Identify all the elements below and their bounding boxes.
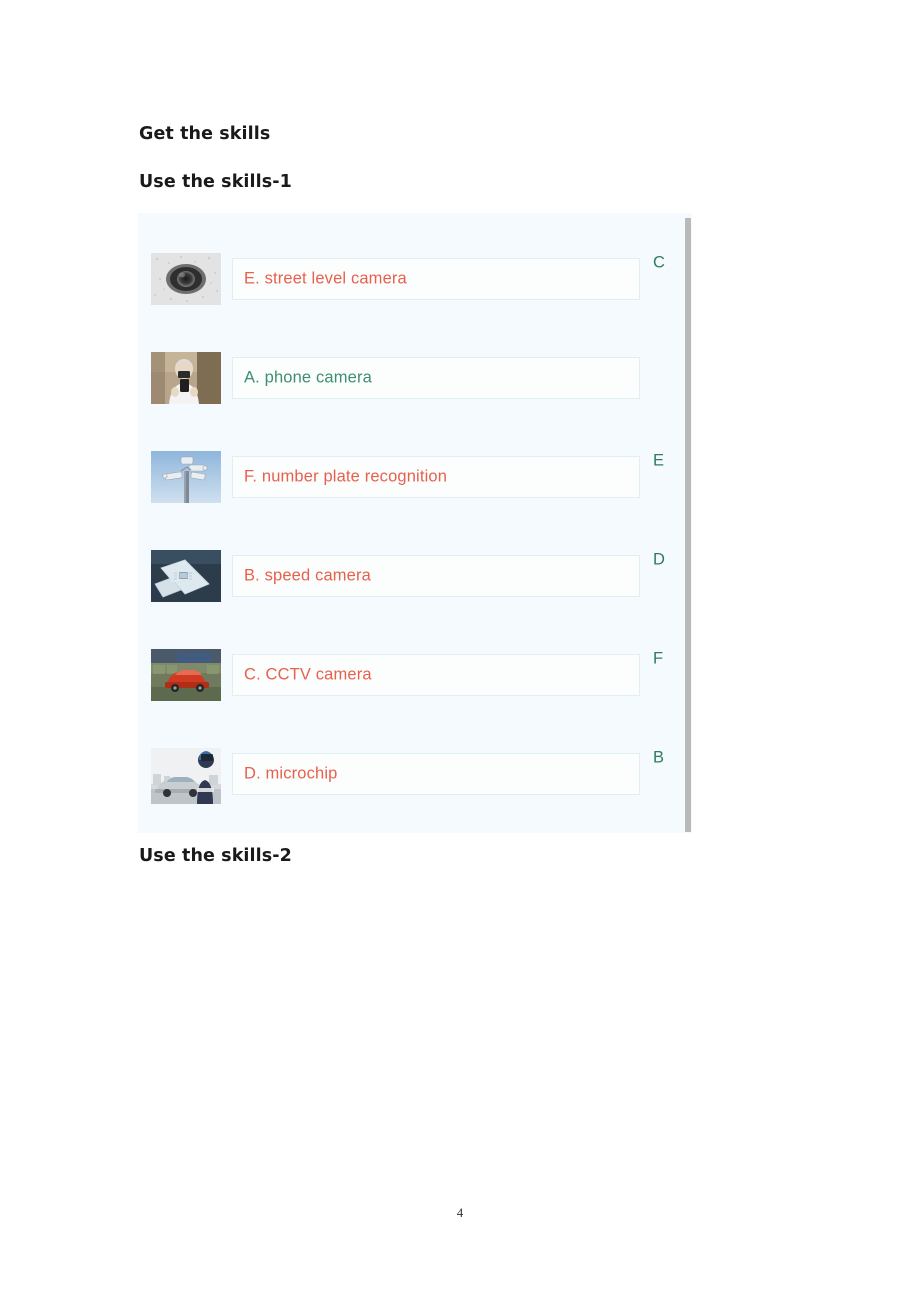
page-heading-get-the-skills: Get the skills [139, 124, 271, 144]
answer-box-6[interactable]: D. microchip [232, 753, 640, 795]
activity-row-6: D. microchip B [138, 708, 683, 807]
speed-camera-operator-photo [151, 748, 221, 804]
answer-text-6: D. microchip [244, 764, 338, 783]
cameras-on-pole-photo [151, 451, 221, 503]
matching-activity-panel: E. street level camera C A. phone camera… [138, 213, 692, 833]
dome-cctv-camera-photo [151, 253, 221, 305]
answer-box-4[interactable]: B. speed camera [232, 555, 640, 597]
answer-text-5: C. CCTV camera [244, 665, 372, 684]
vertical-scrollbar-track[interactable] [683, 213, 692, 833]
answer-text-1: E. street level camera [244, 269, 407, 288]
answer-text-2: A. phone camera [244, 368, 372, 387]
document-page: Get the skills Use the skills-1 E. stree… [0, 0, 920, 1302]
correct-answer-marker-5: F [653, 649, 664, 667]
red-car-traffic-photo [151, 649, 221, 701]
page-number: 4 [456, 1206, 464, 1220]
microchip-photo [151, 550, 221, 602]
answer-text-3: F. number plate recognition [244, 467, 448, 486]
correct-answer-marker-3: E [653, 451, 665, 469]
answer-text-4: B. speed camera [244, 566, 371, 585]
activity-row-2: A. phone camera [138, 312, 683, 411]
vertical-scrollbar-thumb[interactable] [685, 218, 691, 832]
activity-row-4: B. speed camera D [138, 510, 683, 609]
activity-row-1: E. street level camera C [138, 213, 683, 312]
answer-box-1[interactable]: E. street level camera [232, 258, 640, 300]
answer-box-5[interactable]: C. CCTV camera [232, 654, 640, 696]
correct-answer-marker-6: B [653, 748, 665, 766]
activity-row-5: C. CCTV camera F [138, 609, 683, 708]
answer-box-2[interactable]: A. phone camera [232, 357, 640, 399]
answer-box-3[interactable]: F. number plate recognition [232, 456, 640, 498]
page-heading-use-the-skills-2: Use the skills-2 [139, 846, 292, 866]
page-heading-use-the-skills-1: Use the skills-1 [139, 172, 292, 192]
activity-rows-container: E. street level camera C A. phone camera… [138, 213, 683, 833]
correct-answer-marker-4: D [653, 550, 665, 568]
activity-row-3: F. number plate recognition E [138, 411, 683, 510]
correct-answer-marker-1: C [653, 253, 665, 271]
person-holding-phone-photo [151, 352, 221, 404]
